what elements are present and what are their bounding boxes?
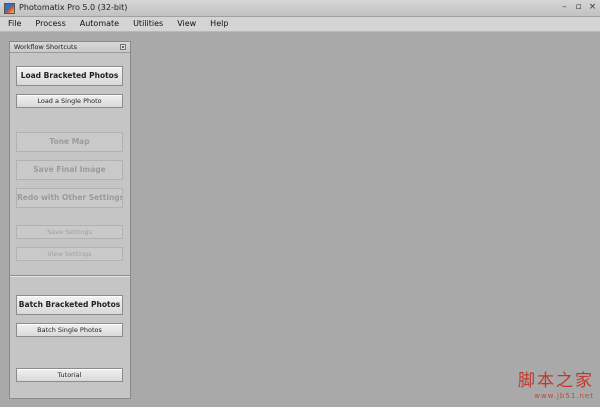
title-bar: Photomatix Pro 5.0 (32-bit) – ▫ × <box>0 0 600 17</box>
menu-automate[interactable]: Automate <box>80 17 119 31</box>
window-controls: – ▫ × <box>560 1 597 14</box>
menu-view[interactable]: View <box>177 17 196 31</box>
menu-file[interactable]: File <box>8 17 21 31</box>
load-single-photo-button[interactable]: Load a Single Photo <box>16 94 123 108</box>
redo-other-settings-button[interactable]: Redo with Other Settings <box>16 188 123 208</box>
watermark-chinese: 脚本之家 <box>518 371 594 391</box>
app-icon <box>4 3 15 14</box>
tone-map-button[interactable]: Tone Map <box>16 132 123 152</box>
load-bracketed-photos-button[interactable]: Load Bracketed Photos <box>16 66 123 86</box>
watermark: 脚本之家 www.jb51.net <box>518 371 594 401</box>
batch-bracketed-photos-button[interactable]: Batch Bracketed Photos <box>16 295 123 315</box>
watermark-url: www.jb51.net <box>534 392 594 400</box>
window-title: Photomatix Pro 5.0 (32-bit) <box>19 3 128 12</box>
workspace-area: 脚本之家 www.jb51.net <box>136 33 600 407</box>
menu-help[interactable]: Help <box>210 17 228 31</box>
menu-process[interactable]: Process <box>35 17 65 31</box>
workflow-shortcuts-panel: Workflow Shortcuts Load Bracketed Photos… <box>9 41 131 399</box>
menu-bar: File Process Automate Utilities View Hel… <box>0 17 600 32</box>
save-final-image-button[interactable]: Save Final Image <box>16 160 123 180</box>
panel-title: Workflow Shortcuts <box>14 43 77 51</box>
panel-close-icon[interactable] <box>120 44 126 50</box>
close-button[interactable]: × <box>588 1 597 14</box>
tutorial-button[interactable]: Tutorial <box>16 368 123 382</box>
view-settings-button[interactable]: View Settings <box>16 247 123 261</box>
minimize-button[interactable]: – <box>560 1 569 14</box>
panel-divider <box>10 275 130 277</box>
panel-header: Workflow Shortcuts <box>10 42 130 53</box>
save-settings-button[interactable]: Save Settings <box>16 225 123 239</box>
restore-button[interactable]: ▫ <box>574 1 583 14</box>
menu-utilities[interactable]: Utilities <box>133 17 163 31</box>
batch-single-photos-button[interactable]: Batch Single Photos <box>16 323 123 337</box>
